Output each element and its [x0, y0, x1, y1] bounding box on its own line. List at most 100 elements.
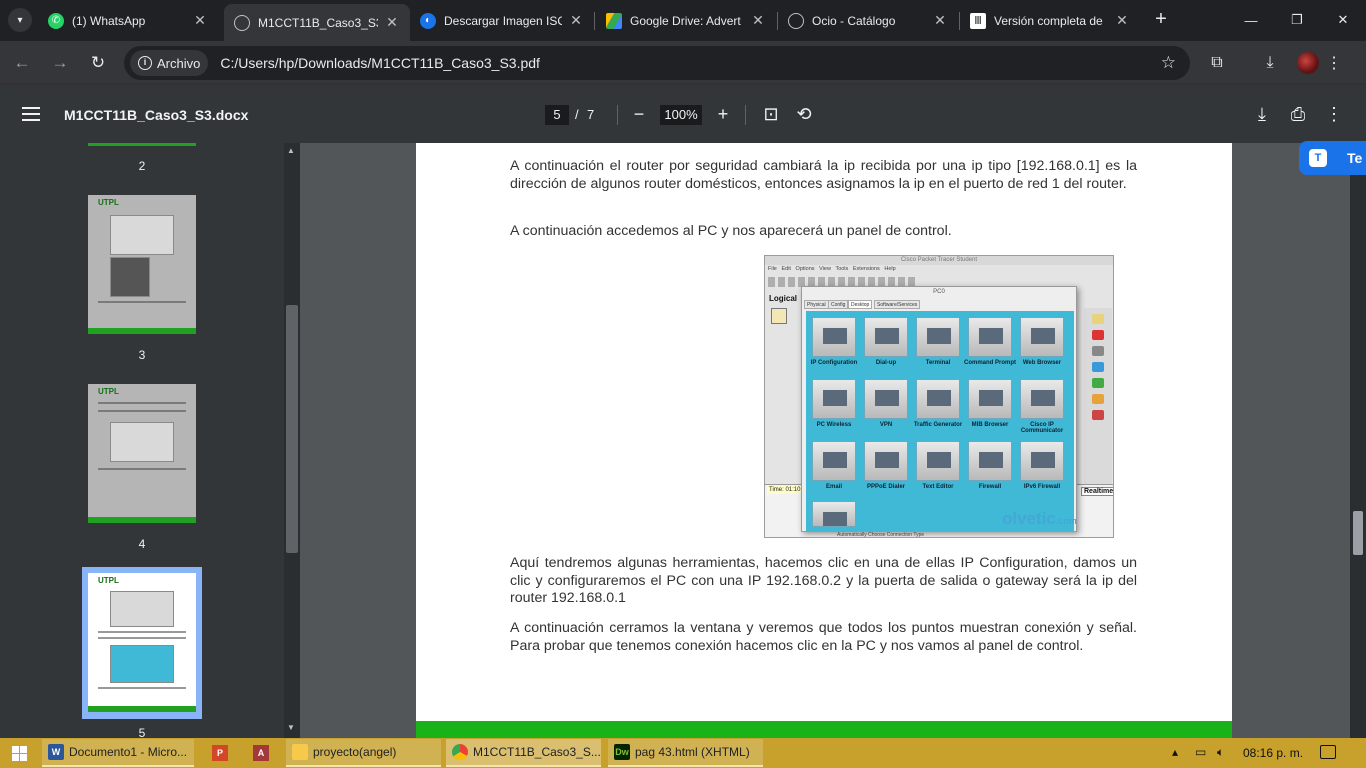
chevron-down-icon: ▾ [17, 14, 23, 26]
close-window-button[interactable]: ✕ [1320, 0, 1366, 40]
windows-icon [11, 745, 27, 761]
globe-icon [788, 12, 804, 29]
tab-title: Versión completa de [994, 13, 1103, 28]
tab-iso[interactable]: ◐ Descargar Imagen ISO ✕ [410, 0, 594, 41]
downloads-icon[interactable]: ⤓ [1259, 52, 1281, 74]
address-bar[interactable]: i Archivo C:/Users/hp/Downloads/M1CCT11B… [124, 46, 1190, 80]
tab-title: Google Drive: Advert [630, 13, 741, 28]
pc-window: PC0 Physical Config Desktop Software/Ser… [801, 286, 1077, 532]
taskbar-chrome[interactable]: M1CCT11B_Caso3_S... [446, 739, 601, 767]
site-info-chip[interactable]: i Archivo [130, 50, 209, 76]
url-text[interactable]: C:/Users/hp/Downloads/M1CCT11B_Caso3_S3.… [220, 55, 540, 71]
back-button[interactable]: ← [10, 51, 34, 75]
notification-icon[interactable] [1320, 745, 1336, 759]
access-icon[interactable]: A [253, 745, 269, 761]
arrow-left-icon: ← [13, 53, 31, 72]
traffic-generator-icon [916, 379, 960, 419]
app-label: Terminal [925, 360, 951, 366]
app-menu: File Edit Options View Tools Extensions … [768, 266, 896, 272]
extensions-icon[interactable]: ⧉ [1206, 52, 1228, 74]
tab-whatsapp[interactable]: ✆ (1) WhatsApp ✕ [38, 0, 218, 41]
volume-icon[interactable]: 🔈︎ [1217, 745, 1224, 760]
download-button[interactable]: ⤓ [1251, 103, 1273, 125]
document-scrollbar[interactable] [1350, 143, 1366, 738]
pppoe-dialer-icon [864, 441, 908, 481]
tray-expand-icon[interactable]: ▴ [1172, 745, 1178, 759]
toolbar-divider [745, 105, 746, 125]
tab-separator [594, 12, 595, 30]
forward-button[interactable]: → [48, 51, 72, 75]
close-icon[interactable]: ✕ [932, 12, 948, 29]
page-footer-bar [416, 721, 1232, 738]
start-button[interactable] [0, 738, 38, 768]
tab-drive[interactable]: Google Drive: Advert ✕ [596, 0, 776, 41]
scroll-down-icon[interactable]: ▼ [287, 723, 295, 732]
translate-icon: T [1309, 149, 1327, 167]
command-prompt-icon [968, 317, 1012, 357]
scroll-up-icon[interactable]: ▲ [287, 146, 295, 155]
sidebar-scrollbar[interactable]: ▲ ▼ [284, 143, 300, 738]
page-number-input[interactable]: 5 [545, 105, 569, 125]
paragraph: Aquí tendremos algunas herramientas, hac… [510, 555, 1137, 606]
minimize-button[interactable]: ― [1228, 0, 1274, 40]
menu-icon[interactable] [22, 107, 40, 121]
taskbar-label: proyecto(angel) [313, 745, 397, 759]
close-icon[interactable]: ✕ [568, 12, 584, 29]
restore-button[interactable]: ❐ [1274, 0, 1320, 40]
ip-configuration-icon [812, 317, 856, 357]
tab-ocio[interactable]: Ocio - Catálogo ✕ [778, 0, 958, 41]
more-options-button[interactable]: ⋮ [1323, 103, 1345, 125]
close-icon[interactable]: ✕ [192, 12, 208, 29]
vpn-icon [864, 379, 908, 419]
close-icon[interactable]: ✕ [384, 14, 400, 31]
watermark-text: olvetic [1002, 509, 1056, 528]
thumbnail-label: 3 [138, 348, 146, 362]
more-menu-icon[interactable]: ⋮ [1323, 52, 1345, 74]
tab-title: (1) WhatsApp [72, 13, 146, 28]
tab-strip: ▾ ✆ (1) WhatsApp ✕ M1CCT11B_Caso3_S3 ✕ ◐… [0, 0, 1366, 41]
pc-tab: Software/Services [874, 300, 921, 309]
taskbar-folder[interactable]: proyecto(angel) [286, 739, 441, 767]
profile-avatar[interactable] [1297, 52, 1319, 74]
app-label: IPv6 Firewall [1023, 484, 1061, 490]
text-editor-icon [916, 441, 960, 481]
clock[interactable]: 08:16 p. m. [1243, 746, 1303, 760]
app-label: PC Wireless [816, 422, 852, 428]
site-info-label: Archivo [157, 55, 201, 71]
rotate-button[interactable]: ⟲ [793, 103, 815, 125]
thumbnail-page-4[interactable]: UTPL [88, 384, 196, 523]
fit-page-button[interactable]: ⊡ [760, 103, 782, 125]
reload-icon: ↻ [90, 53, 106, 72]
zoom-in-button[interactable]: + [712, 103, 734, 125]
tab-pdf[interactable]: M1CCT11B_Caso3_S3 ✕ [224, 4, 410, 41]
app-ip-configuration: IP Configuration [808, 317, 860, 366]
close-icon[interactable]: ✕ [1114, 12, 1130, 29]
scrollbar-thumb[interactable] [286, 305, 298, 553]
zoom-input[interactable]: 100% [660, 105, 702, 125]
app-pc-wireless: PC Wireless [808, 379, 860, 428]
taskbar-word[interactable]: W Documento1 - Micro... [42, 739, 194, 767]
reload-button[interactable]: ↻ [86, 51, 110, 75]
tab-version[interactable]: Ⅲ Versión completa de ✕ [960, 0, 1140, 41]
pc-desktop: IP Configuration Dial-up Terminal Comman… [806, 311, 1074, 531]
scrollbar-thumb[interactable] [1353, 511, 1363, 555]
thumbnail-page-3[interactable]: UTPL [88, 195, 196, 334]
tab-search-button[interactable]: ▾ [8, 8, 32, 32]
battery-icon[interactable]: ▭ [1195, 745, 1206, 759]
thumbnail-label: 5 [138, 726, 146, 738]
print-button[interactable]: ⎙ [1287, 103, 1309, 125]
fit-page-icon: ⊡ [763, 103, 779, 124]
powerpoint-icon[interactable]: P [212, 745, 228, 761]
app-label: Email [825, 484, 842, 490]
close-icon[interactable]: ✕ [750, 12, 766, 29]
new-tab-button[interactable]: + [1150, 9, 1172, 31]
zoom-out-button[interactable]: − [628, 103, 650, 125]
taskbar-dreamweaver[interactable]: Dw pag 43.html (XHTML) [608, 739, 763, 767]
paragraph: A continuación cerramos la ventana y ver… [510, 620, 1137, 654]
thumbnail-text [98, 687, 186, 689]
bookmark-star-icon[interactable]: ☆ [1161, 53, 1176, 73]
thumbnail-page-5[interactable]: UTPL [88, 573, 196, 712]
app-label: IP Configuration [810, 360, 858, 366]
solvetic-watermark: olvetic.com [1002, 509, 1077, 529]
translate-button[interactable]: T Te [1299, 141, 1366, 175]
